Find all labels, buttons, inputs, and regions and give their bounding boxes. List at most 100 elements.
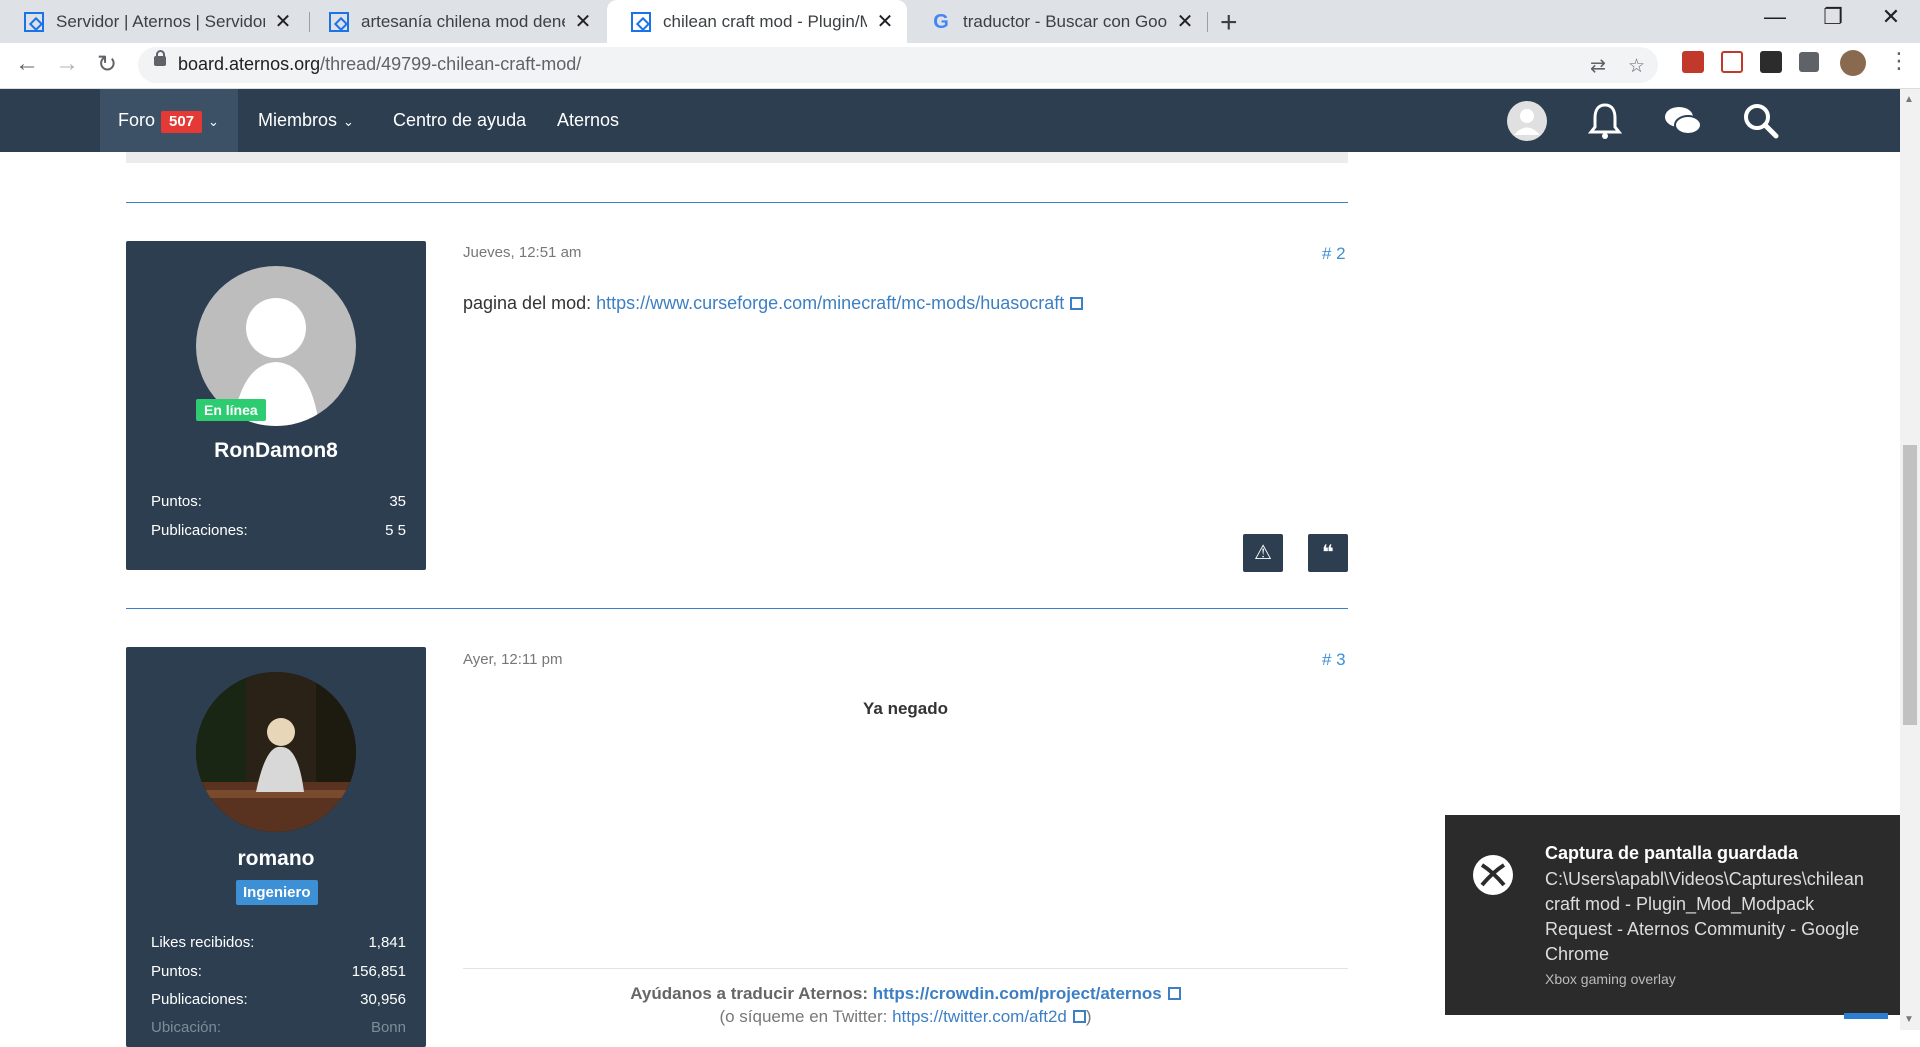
post-divider <box>126 608 1348 609</box>
quote-icon: ❝ <box>1322 542 1334 564</box>
menu-kebab-icon[interactable]: ⋮ <box>1888 48 1910 74</box>
browser-tab[interactable]: Servidor | Aternos | Servidor de Minecra… <box>0 0 305 43</box>
toast-title: Captura de pantalla guardada <box>1545 843 1799 863</box>
stat-value: 1,841 <box>368 934 406 951</box>
search-icon[interactable] <box>1740 100 1782 142</box>
pocket-extension-icon[interactable] <box>1721 51 1743 73</box>
close-window-button[interactable]: ✕ <box>1866 4 1916 30</box>
user-stat: Publicaciones: 5 5 <box>151 522 406 539</box>
tab-close-icon[interactable]: ✕ <box>273 9 293 34</box>
nav-aternos[interactable]: Aternos <box>557 89 619 152</box>
tab-close-icon[interactable]: ✕ <box>573 9 593 34</box>
stat-label: Ubicación: <box>151 1019 222 1036</box>
tab-title: artesanía chilena mod denegada <box>361 11 565 31</box>
translate-icon[interactable]: ⇄ <box>1590 55 1606 78</box>
quote-button[interactable]: ❝ <box>1308 534 1348 572</box>
post-permalink[interactable]: # 3 <box>1322 650 1346 670</box>
warning-icon: ⚠ <box>1254 542 1272 564</box>
nav-miembros[interactable]: Miembros ⌄ <box>258 89 354 152</box>
post-date[interactable]: Jueves, 12:51 am <box>463 244 581 261</box>
report-button[interactable]: ⚠ <box>1243 534 1283 572</box>
aternos-favicon-icon <box>329 11 349 32</box>
post-divider <box>126 202 1348 203</box>
nav-centro-de-ayuda[interactable]: Centro de ayuda <box>393 89 526 152</box>
bell-icon[interactable] <box>1584 100 1626 142</box>
user-avatar-icon[interactable] <box>1506 100 1548 142</box>
back-arrow-icon[interactable]: ← <box>12 50 42 78</box>
extensions-puzzle-icon[interactable] <box>1799 52 1819 72</box>
stat-value: Bonn <box>370 1019 406 1036</box>
scroll-down-arrow-icon[interactable]: ▼ <box>1904 1014 1914 1025</box>
author-sidebar: romano Ingeniero Likes recibidos: 1,841 … <box>126 647 426 1047</box>
external-link[interactable]: https://www.curseforge.com/minecraft/mc-… <box>596 293 1064 313</box>
post-body: pagina del mod: https://www.curseforge.c… <box>463 293 1084 314</box>
username[interactable]: RonDamon8 <box>126 439 426 463</box>
bookmark-star-icon[interactable]: ☆ <box>1628 55 1645 78</box>
nav-foro[interactable]: Foro 507 ⌄ <box>100 89 238 152</box>
signature-text: ) <box>1085 1007 1092 1026</box>
user-stat: Puntos: 35 <box>151 493 406 510</box>
forward-arrow-icon[interactable]: → <box>52 50 82 78</box>
address-bar[interactable]: board.aternos.org/thread/49799-chilean-c… <box>138 47 1658 83</box>
online-status-badge: En línea <box>196 399 266 421</box>
post-date[interactable]: Ayer, 12:11 pm <box>463 651 563 668</box>
minimize-button[interactable]: — <box>1750 4 1800 30</box>
stat-value: 156,851 <box>351 963 406 980</box>
stat-label: Publicaciones: <box>151 522 248 539</box>
avatar[interactable] <box>196 672 356 832</box>
notification-badge: 507 <box>161 111 203 133</box>
chat-icon[interactable] <box>1662 100 1704 142</box>
xbox-icon <box>1473 855 1513 895</box>
signature-text: Ayúdanos a traducir Aternos: <box>630 984 873 1003</box>
user-stat: Publicaciones: 30,956 <box>151 991 406 1008</box>
post-body: Ya negado <box>862 699 949 718</box>
user-photo <box>196 672 356 832</box>
nav-miembros-label: Miembros <box>258 110 338 130</box>
previous-post-footer <box>126 152 1348 163</box>
stat-label: Publicaciones: <box>151 991 248 1008</box>
nav-foro-label: Foro <box>118 110 156 130</box>
user-stat: Puntos: 156,851 <box>151 963 406 980</box>
browser-tab-strip: Servidor | Aternos | Servidor de Minecra… <box>0 0 1920 43</box>
post-permalink[interactable]: # 2 <box>1322 244 1346 264</box>
restore-button[interactable]: ❐ <box>1808 4 1858 30</box>
rank-badge: Ingeniero <box>236 880 318 905</box>
stat-label: Likes recibidos: <box>151 934 255 951</box>
tab-close-icon[interactable]: ✕ <box>1175 9 1195 34</box>
stat-label: Puntos: <box>151 493 202 510</box>
url-text[interactable]: board.aternos.org/thread/49799-chilean-c… <box>178 54 581 75</box>
user-stat: Ubicación: Bonn <box>151 1019 406 1036</box>
profile-avatar[interactable] <box>1840 50 1866 76</box>
crowdin-link[interactable]: https://crowdin.com/project/aternos <box>873 984 1162 1003</box>
twitter-link[interactable]: https://twitter.com/aft2d <box>892 1007 1067 1026</box>
chevron-down-icon: ⌄ <box>208 114 219 129</box>
stat-label: Puntos: <box>151 963 202 980</box>
scroll-up-arrow-icon[interactable]: ▲ <box>1904 94 1914 105</box>
xbox-notification-toast[interactable]: Captura de pantalla guardada C:\Users\ap… <box>1445 815 1900 1015</box>
pdf-extension-icon[interactable] <box>1682 51 1704 73</box>
scroll-to-top-button[interactable] <box>1844 1013 1888 1019</box>
chevron-down-icon: ⌄ <box>343 114 354 129</box>
external-link-icon <box>1070 297 1084 310</box>
toast-body: C:\Users\apabl\Videos\Captures\chilean c… <box>1545 869 1864 964</box>
browser-tab-active[interactable]: chilean craft mod - Plugin/Mod/Modpack R… <box>607 0 907 43</box>
aternos-favicon-icon <box>631 11 651 32</box>
reload-icon[interactable]: ↻ <box>92 50 122 79</box>
username[interactable]: romano <box>126 847 426 871</box>
site-navbar: Foro 507 ⌄ Miembros ⌄ Centro de ayuda Atern… <box>0 89 1900 152</box>
scrollbar-thumb[interactable] <box>1903 445 1917 725</box>
new-tab-button[interactable]: + <box>1220 6 1238 40</box>
browser-tab[interactable]: artesanía chilena mod denegada ✕ <box>305 0 605 43</box>
lock-icon <box>154 50 166 66</box>
external-link-icon <box>1167 987 1181 1000</box>
toast-source: Xbox gaming overlay <box>1545 971 1676 987</box>
tab-title: traductor - Buscar con Google <box>963 11 1167 31</box>
signature-text: (o síqueme en Twitter: <box>719 1007 893 1026</box>
tab-close-icon[interactable]: ✕ <box>875 9 895 34</box>
google-favicon-icon: G <box>933 10 949 33</box>
crown-extension-icon[interactable] <box>1760 51 1782 73</box>
tab-title: Servidor | Aternos | Servidor de Minecra… <box>56 11 265 31</box>
author-sidebar: En línea RonDamon8 Puntos: 35 Publicacio… <box>126 241 426 570</box>
browser-tab[interactable]: G traductor - Buscar con Google ✕ <box>907 0 1207 43</box>
signature-line: (o síqueme en Twitter: https://twitter.c… <box>463 1007 1348 1027</box>
